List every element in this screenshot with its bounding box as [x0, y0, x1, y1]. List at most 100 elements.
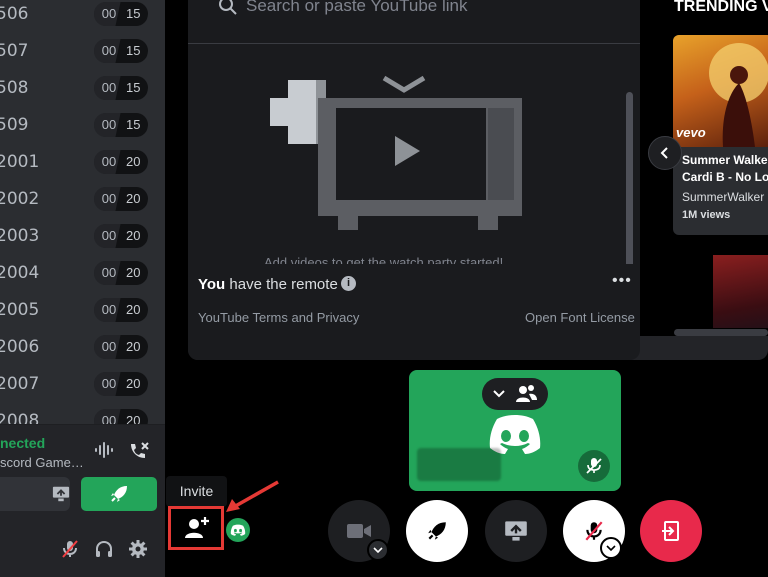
empty-tv-illustration [270, 75, 522, 230]
invite-button[interactable] [168, 506, 224, 550]
user-limit-pill: 00 20 [94, 372, 148, 396]
trending-scrollbar[interactable] [674, 329, 768, 336]
discord-badge-icon [226, 518, 250, 542]
user-limit-pill: 00 20 [94, 224, 148, 248]
participant-muted-indicator [578, 450, 610, 482]
channel-name: 506 [0, 4, 29, 24]
user-limit: 15 [115, 39, 148, 63]
search-icon [218, 0, 238, 21]
video-title-line2: Cardi B - No Lo [682, 170, 768, 184]
chevron-down-icon [606, 545, 616, 552]
channel-name: 507 [0, 41, 29, 61]
leave-icon [662, 521, 679, 541]
channel-row[interactable]: 508 00 15 [0, 71, 165, 108]
channel-row[interactable]: 2003 00 20 [0, 219, 165, 256]
youtube-terms-link[interactable]: YouTube Terms and Privacy [198, 310, 359, 325]
channel-sidebar: 506 00 15 507 00 15 508 00 15 509 00 15 2001 00 20 2002… [0, 0, 165, 577]
video-stage: Add videos to get the watch party starte… [188, 44, 640, 264]
channel-row[interactable]: 2001 00 20 [0, 145, 165, 182]
search-input[interactable]: Search or paste YouTube link [246, 0, 467, 16]
user-limit: 20 [115, 150, 148, 174]
screen-share-button[interactable] [485, 500, 547, 562]
channel-row[interactable]: 2007 00 20 [0, 367, 165, 404]
channel-name: 2005 [0, 300, 40, 320]
user-limit-pill: 00 15 [94, 76, 148, 100]
activities-button[interactable] [406, 500, 468, 562]
channel-row[interactable]: 509 00 15 [0, 108, 165, 145]
channel-row[interactable]: 2006 00 20 [0, 330, 165, 367]
mic-options-button[interactable] [600, 537, 622, 559]
info-icon[interactable]: i [341, 276, 356, 291]
user-panel [0, 519, 165, 577]
participants-icon [516, 385, 537, 402]
user-limit-pill: 00 15 [94, 113, 148, 137]
video-channel: SummerWalker [682, 190, 765, 204]
trending-prev-button[interactable] [648, 136, 682, 170]
empty-state-message: Add videos to get the watch party starte… [264, 255, 504, 264]
user-limit-pill: 00 20 [94, 298, 148, 322]
leave-call-button[interactable] [640, 500, 702, 562]
more-options-icon[interactable]: ••• [612, 272, 632, 290]
user-limit: 20 [115, 224, 148, 248]
stage-scrollbar[interactable] [626, 92, 633, 264]
trending-video-card[interactable]: vevo Summer Walke Cardi B - No Lo Summer… [673, 35, 768, 235]
user-limit-pill: 00 15 [94, 39, 148, 63]
channel-name: 2003 [0, 226, 40, 246]
participant-tile[interactable] [409, 370, 621, 491]
user-limit: 20 [115, 298, 148, 322]
channel-name: 2007 [0, 374, 40, 394]
channel-row[interactable]: 2002 00 20 [0, 182, 165, 219]
participant-name-blurred [417, 448, 501, 481]
rocket-icon [428, 522, 446, 540]
second-video-thumbnail[interactable] [713, 255, 768, 328]
sound-wave-icon[interactable] [94, 441, 114, 464]
camera-options-button[interactable] [367, 539, 389, 561]
youtube-search-bar[interactable]: Search or paste YouTube link [188, 0, 640, 44]
invite-tooltip: Invite [166, 476, 227, 507]
screen-share-icon [505, 521, 527, 541]
channel-name: 2006 [0, 337, 40, 357]
rocket-icon [111, 486, 127, 502]
trending-title: TRENDING V [674, 0, 768, 15]
settings-gear-icon[interactable] [128, 539, 148, 564]
channel-row[interactable]: 2004 00 20 [0, 256, 165, 293]
microphone-button[interactable] [563, 500, 625, 562]
mic-muted-icon [586, 458, 602, 474]
user-limit-pill: 00 20 [94, 335, 148, 359]
remote-status: You have the remote [198, 276, 338, 293]
headphones-icon[interactable] [94, 539, 114, 564]
channel-row[interactable]: 506 00 15 [0, 0, 165, 34]
channel-name: 508 [0, 78, 29, 98]
channel-name: 509 [0, 115, 29, 135]
video-camera-icon [347, 524, 371, 538]
screen-share-icon [52, 486, 70, 502]
remote-bar: You have the remote i ••• YouTube Terms … [188, 264, 640, 360]
user-limit-pill: 00 20 [94, 150, 148, 174]
video-title-line1: Summer Walke [682, 153, 768, 167]
channel-name: 2002 [0, 189, 40, 209]
user-limit: 20 [115, 335, 148, 359]
participant-menu-pill[interactable] [482, 378, 548, 410]
chevron-down-icon [493, 390, 505, 398]
mute-mic-icon[interactable] [60, 539, 80, 564]
add-user-icon [184, 516, 210, 545]
annotation-arrow [226, 480, 279, 512]
camera-button[interactable] [328, 500, 390, 562]
user-limit: 15 [115, 113, 148, 137]
font-license-link[interactable]: Open Font License [525, 310, 635, 325]
channel-name: 2004 [0, 263, 40, 283]
user-limit: 20 [115, 261, 148, 285]
channel-row[interactable]: 507 00 15 [0, 34, 165, 71]
user-limit-pill: 00 15 [94, 2, 148, 26]
user-limit: 20 [115, 372, 148, 396]
disconnect-icon[interactable] [128, 441, 150, 466]
watch-together-panel: Search or paste YouTube link Add videos … [188, 0, 768, 360]
activity-button[interactable] [81, 477, 157, 511]
share-screen-button[interactable] [0, 477, 70, 511]
user-limit: 15 [115, 2, 148, 26]
user-limit-pill: 00 20 [94, 187, 148, 211]
channel-row[interactable]: 2005 00 20 [0, 293, 165, 330]
chevron-left-icon [660, 147, 668, 159]
voice-channel-name[interactable]: scord Game… [0, 455, 84, 470]
user-limit-pill: 00 20 [94, 261, 148, 285]
